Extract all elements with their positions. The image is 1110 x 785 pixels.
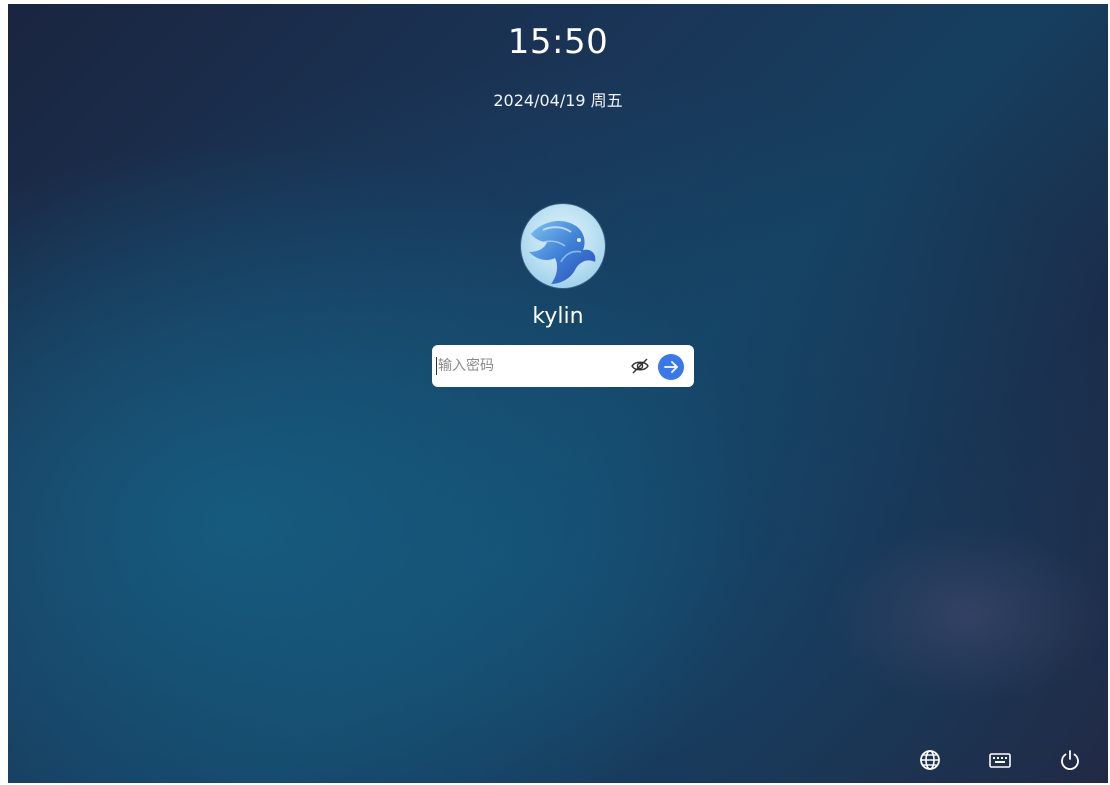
network-button[interactable] xyxy=(917,747,943,773)
power-button[interactable] xyxy=(1057,747,1083,773)
username-label: kylin xyxy=(532,304,584,329)
text-caret xyxy=(436,357,437,375)
network-globe-icon xyxy=(920,750,940,770)
password-input[interactable] xyxy=(438,345,618,387)
password-field[interactable] xyxy=(432,345,694,387)
keyboard-icon xyxy=(989,753,1011,768)
user-avatar[interactable] xyxy=(521,204,605,288)
keyboard-button[interactable] xyxy=(987,747,1013,773)
arrow-right-icon xyxy=(664,361,678,373)
eye-hidden-icon[interactable] xyxy=(630,357,650,375)
lock-screen: 15:50 2024/04/19 周五 kylin xyxy=(8,4,1108,783)
clock: 15:50 xyxy=(507,22,609,62)
login-submit-button[interactable] xyxy=(658,354,684,380)
kylin-dragon-avatar-icon xyxy=(529,220,596,284)
power-icon xyxy=(1061,750,1079,771)
date-label: 2024/04/19 周五 xyxy=(493,91,623,110)
